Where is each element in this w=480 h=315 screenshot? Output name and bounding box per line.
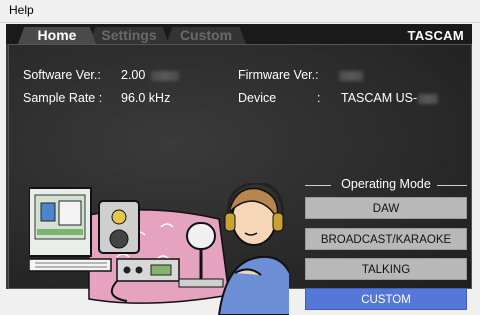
app-frame: Settings Custom Home TASCAM Software Ver… [6,24,472,315]
device-separator: : [317,91,321,105]
device-value: TASCAM US- [341,91,418,105]
sample-rate-label: Sample Rate : [23,91,103,105]
menu-help[interactable]: Help [9,3,34,17]
firmware-version-label: Firmware Ver.: [238,68,319,82]
software-version-value-row: 2.00 [121,68,180,82]
device-label: Device [238,91,277,105]
software-version-label: Software Ver.: [23,68,101,82]
sample-rate-value: 96.0 kHz [121,91,171,105]
mode-talking-button[interactable]: TALKING [305,258,467,280]
home-panel: Software Ver.: 2.00 Firmware Ver.: Sampl… [8,44,472,315]
tab-settings[interactable]: Settings [89,27,169,44]
studio-illustration [29,183,289,315]
operating-mode-title-text: Operating Mode [341,177,431,191]
operating-mode-title: Operating Mode [305,177,467,191]
tascam-logo: TASCAM [407,28,464,43]
tab-bar: Settings Custom Home TASCAM [6,24,472,44]
redacted-text [418,93,439,104]
divider-line [437,185,467,186]
tab-custom[interactable]: Custom [166,27,246,44]
software-version-value: 2.00 [121,68,146,82]
mode-daw-button[interactable]: DAW [305,197,467,219]
redacted-text [339,70,363,81]
mode-broadcast-karaoke-button[interactable]: BROADCAST/KARAOKE [305,228,467,250]
device-value-row: TASCAM US- [341,91,439,105]
firmware-version-value-row [339,68,363,82]
mode-custom-button[interactable]: CUSTOM [305,288,467,310]
menu-bar: Help [0,0,480,23]
tab-home[interactable]: Home [18,27,96,44]
redacted-text [151,70,180,81]
